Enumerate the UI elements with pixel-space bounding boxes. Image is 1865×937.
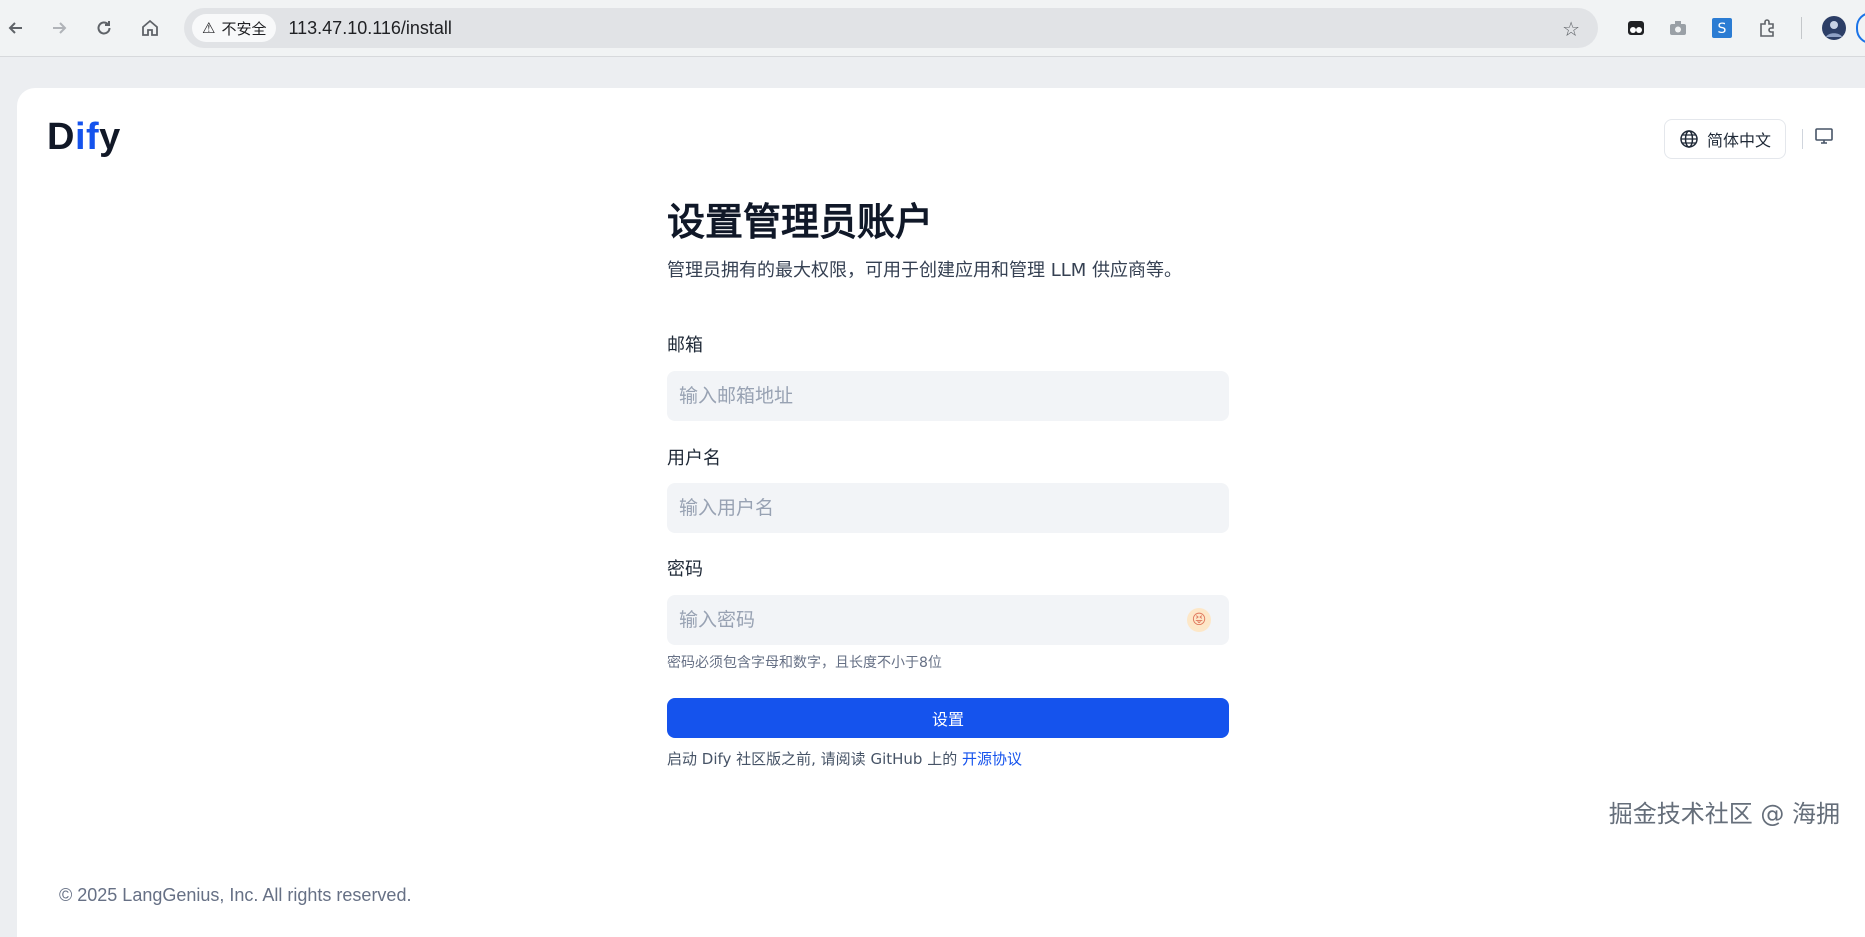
header-divider xyxy=(1802,129,1803,149)
setup-submit-button[interactable]: 设置 xyxy=(667,698,1229,738)
language-selector[interactable]: 简体中文 xyxy=(1664,119,1786,159)
watermark-text: 掘金技术社区 @ 海拥 xyxy=(1608,800,1840,828)
password-hint: 密码必须包含字母和数字，且长度不小于8位 xyxy=(667,655,942,671)
open-source-license-link[interactable]: 开源协议 xyxy=(962,750,1022,768)
reload-icon[interactable] xyxy=(88,12,120,44)
security-chip[interactable]: ⚠ 不安全 xyxy=(192,14,277,42)
copyright-footer: © 2025 LangGenius, Inc. All rights reser… xyxy=(59,885,412,905)
admin-setup-form: 设置管理员账户 管理员拥有的最大权限，可用于创建应用和管理 LLM 供应商等。 … xyxy=(667,198,1229,769)
password-field: 😝 xyxy=(667,595,1229,645)
svg-text:S: S xyxy=(1718,21,1727,37)
password-label: 密码 xyxy=(667,559,703,580)
page-card: Dify 简体中文 设置管理员账户 管理员拥有的最大权限，可用于创建应用和管理 … xyxy=(17,88,1865,937)
extension-icon[interactable] xyxy=(1622,14,1650,42)
s-extension-icon[interactable]: S xyxy=(1708,14,1736,42)
email-input[interactable] xyxy=(667,371,1229,421)
email-label: 邮箱 xyxy=(667,335,703,356)
browser-toolbar: ⚠ 不安全 113.47.10.116/install ☆ S xyxy=(0,0,1865,57)
profile-avatar[interactable] xyxy=(1820,14,1848,42)
page-subtitle: 管理员拥有的最大权限，可用于创建应用和管理 LLM 供应商等。 xyxy=(667,260,1183,281)
username-input[interactable] xyxy=(667,483,1229,533)
forward-arrow-icon[interactable] xyxy=(43,12,75,44)
license-notice: 启动 Dify 社区版之前, 请阅读 GitHub 上的 开源协议 xyxy=(667,749,1229,769)
address-bar[interactable]: ⚠ 不安全 113.47.10.116/install ☆ xyxy=(184,8,1598,48)
language-label: 简体中文 xyxy=(1706,131,1771,150)
page-title: 设置管理员账户 xyxy=(667,200,934,244)
puzzle-extensions-icon[interactable] xyxy=(1753,14,1781,42)
username-label: 用户名 xyxy=(667,448,721,469)
globe-icon xyxy=(1680,130,1698,148)
url-text[interactable]: 113.47.10.116/install xyxy=(288,18,451,39)
security-label: 不安全 xyxy=(221,19,267,38)
toolbar-separator xyxy=(1801,17,1802,39)
show-password-emoji-icon[interactable]: 😝 xyxy=(1187,608,1211,632)
license-notice-text: 启动 Dify 社区版之前, 请阅读 GitHub 上的 xyxy=(667,750,958,768)
monitor-icon[interactable] xyxy=(1814,126,1838,150)
home-icon[interactable] xyxy=(134,12,166,44)
camera-icon[interactable] xyxy=(1664,14,1692,42)
dify-logo: Dify xyxy=(47,116,121,158)
password-input[interactable] xyxy=(667,595,1229,645)
warning-icon: ⚠ xyxy=(202,19,216,37)
bookmark-star-icon[interactable]: ☆ xyxy=(1562,17,1580,41)
sync-profile-button[interactable] xyxy=(1856,12,1865,44)
back-arrow-icon[interactable] xyxy=(0,12,32,44)
